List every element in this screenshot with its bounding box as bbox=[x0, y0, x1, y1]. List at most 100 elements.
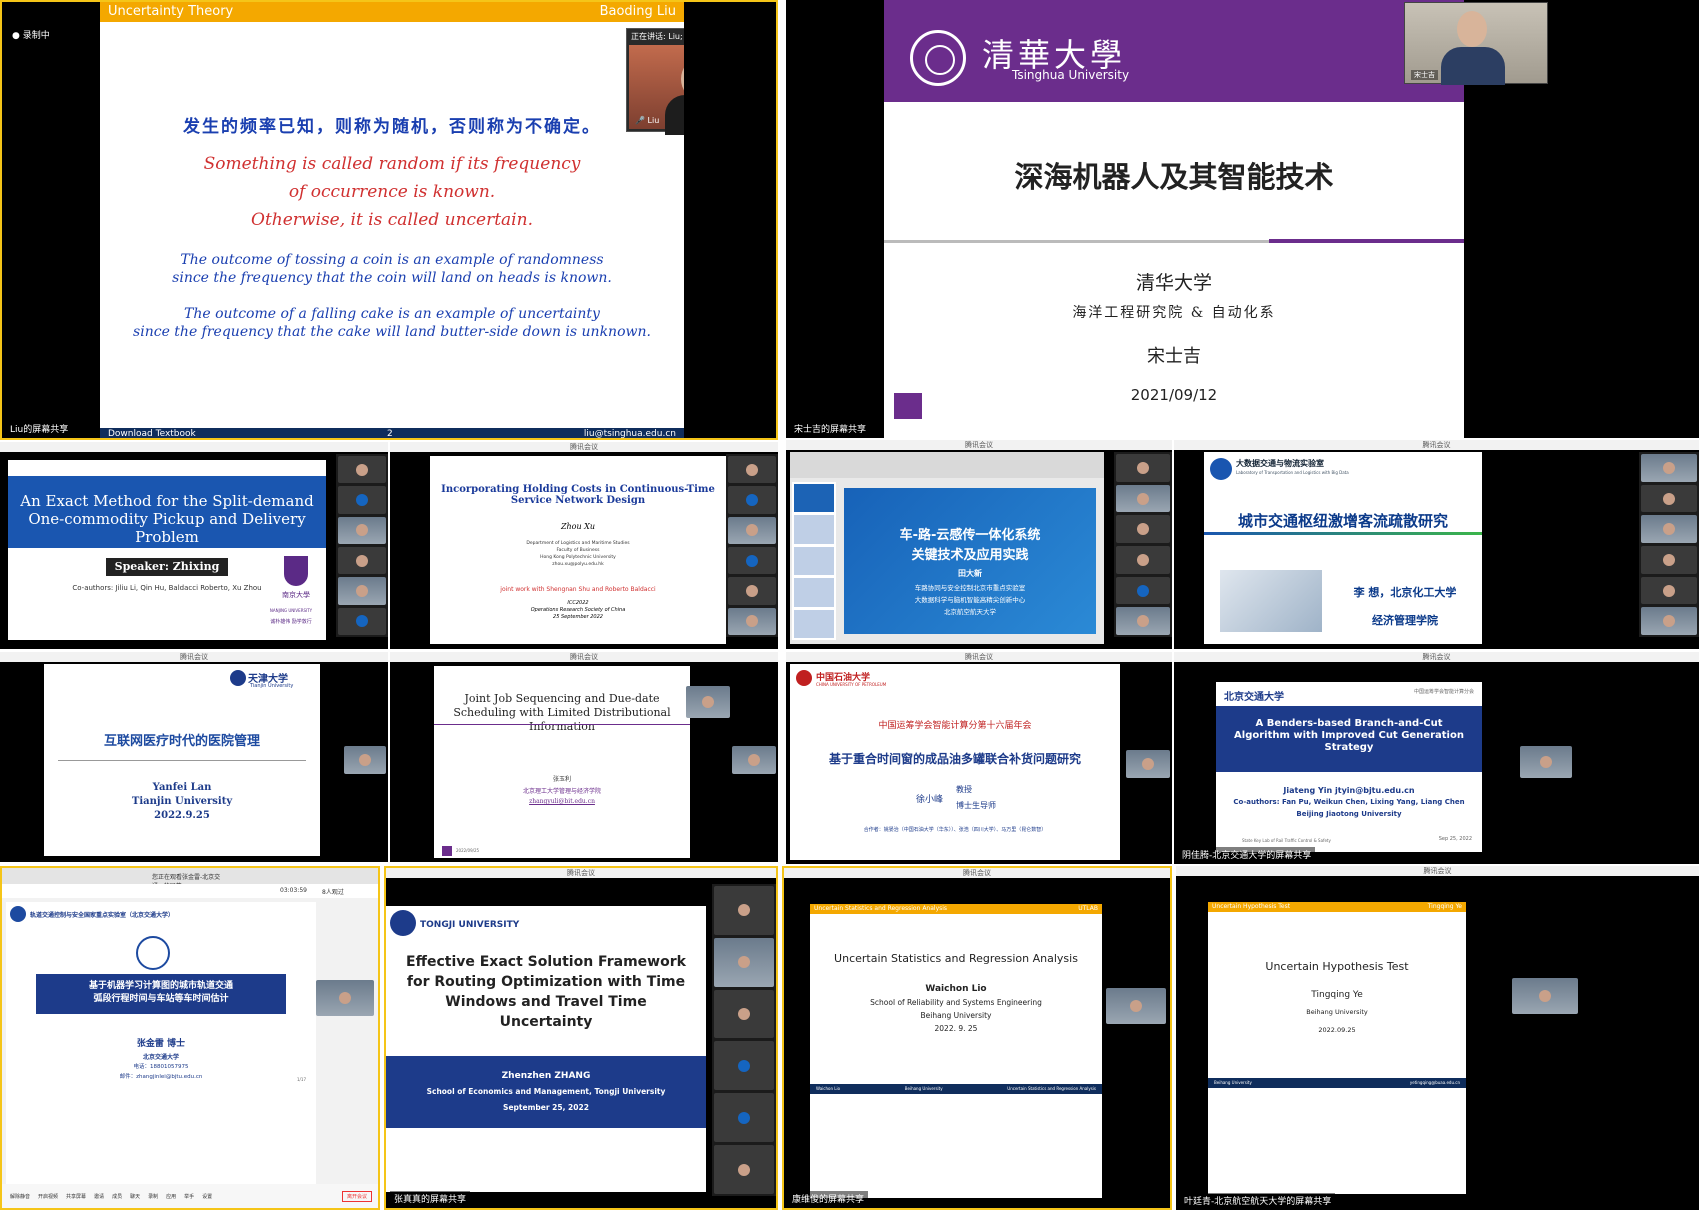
members-button[interactable]: 成员 bbox=[112, 1193, 122, 1200]
tongji-logo-icon bbox=[390, 910, 416, 936]
recording-indicator[interactable]: ● 录制中 bbox=[12, 28, 50, 41]
participant-cam[interactable] bbox=[338, 486, 386, 514]
participant-cam[interactable] bbox=[1116, 546, 1170, 574]
participant-cam[interactable] bbox=[338, 546, 386, 575]
thumbnail[interactable] bbox=[794, 546, 834, 576]
tile-bjtu-rail: 您正在观看张金雷-北京交通...的屏幕 03:03:59 8人观过 轨道交通控制… bbox=[0, 866, 380, 1210]
download-textbook-link[interactable]: Download Textbook bbox=[108, 429, 196, 438]
participant-cam[interactable] bbox=[1641, 607, 1697, 636]
left-black-strip bbox=[786, 0, 884, 438]
participant-cam[interactable] bbox=[714, 989, 774, 1039]
participant-cam[interactable] bbox=[728, 577, 776, 605]
participant-cam[interactable] bbox=[714, 1145, 774, 1194]
participant-cam[interactable] bbox=[1116, 515, 1170, 544]
participant-cam[interactable] bbox=[728, 607, 776, 635]
participant-cam[interactable] bbox=[338, 456, 386, 484]
ppt-ribbon[interactable] bbox=[790, 452, 1104, 478]
participant-cam[interactable] bbox=[1641, 484, 1697, 513]
thumbnail[interactable] bbox=[794, 578, 834, 607]
participant-cam[interactable] bbox=[714, 886, 774, 935]
slide-header-title: Uncertain Statistics and Regression Anal… bbox=[814, 905, 948, 912]
slide-footer-band: Zhenzhen ZHANG School of Economics and M… bbox=[386, 1056, 706, 1128]
participant-body bbox=[1441, 47, 1505, 85]
cam-name: 🎤 Liu bbox=[635, 116, 660, 125]
record-button[interactable]: 录制 bbox=[148, 1193, 158, 1200]
slide-email: 邮件：zhangjinlei@bjtu.edu.cn bbox=[119, 1074, 203, 1080]
participant-cam[interactable] bbox=[728, 546, 776, 575]
avatar bbox=[1663, 584, 1675, 597]
participant-cam[interactable] bbox=[1641, 454, 1697, 482]
tile-nanjing-university: An Exact Method for the Split-demand One… bbox=[0, 442, 388, 649]
ppt-thumbnail-pane[interactable] bbox=[792, 482, 836, 640]
participant-cam[interactable] bbox=[1641, 546, 1697, 574]
avatar bbox=[746, 554, 758, 567]
slide-school: School of Reliability and Systems Engine… bbox=[870, 998, 1042, 1007]
raise-hand-button[interactable]: 举手 bbox=[184, 1193, 194, 1200]
participant-cam[interactable] bbox=[1116, 484, 1170, 513]
participant-cam[interactable] bbox=[338, 577, 386, 605]
avatar bbox=[746, 584, 758, 597]
slide-title-2: 弧段行程时间与车站等车时间估计 bbox=[93, 994, 229, 1004]
affil-line: 车路协同与安全控制北京市重点实验室 bbox=[914, 584, 1026, 592]
participant-cam[interactable] bbox=[714, 1041, 774, 1091]
video-button[interactable]: 开启视频 bbox=[38, 1193, 58, 1200]
chat-button[interactable]: 聊天 bbox=[130, 1193, 140, 1200]
participant-cam[interactable] bbox=[1126, 750, 1170, 778]
divider-gray bbox=[884, 240, 1269, 243]
participant-column bbox=[712, 884, 776, 1196]
tile-bjtu-benders: 腾讯会议 北京交通大学 中国运筹学会智能计算分会 A Benders-based… bbox=[1174, 652, 1699, 864]
participant-cam[interactable] bbox=[1106, 988, 1166, 1024]
participant-cam[interactable] bbox=[1641, 576, 1697, 605]
conf-line: ICC2022 bbox=[567, 600, 589, 606]
slide-title: Uncertain Statistics and Regression Anal… bbox=[834, 952, 1078, 965]
screen-share-label: 阴佳腾-北京交通大学的屏幕共享 bbox=[1178, 847, 1316, 862]
participant-cam[interactable] bbox=[714, 937, 774, 987]
participant-cam[interactable] bbox=[686, 686, 730, 718]
meeting-toolbar: 解除静音 开启视频 共享屏幕 邀请 成员 聊天 录制 应用 举手 设置 离开会议 bbox=[2, 1184, 378, 1208]
participant-cam[interactable] bbox=[732, 746, 776, 774]
slide-footer: Waichon Lio Beihang University Uncertain… bbox=[810, 1084, 1102, 1094]
participant-cam[interactable] bbox=[714, 1093, 774, 1143]
footer-email: yetingqing@buaa.edu.cn bbox=[1409, 1080, 1460, 1085]
window-titlebar: 腾讯会议 bbox=[1176, 866, 1699, 876]
participant-cam[interactable] bbox=[338, 516, 386, 544]
participant-cam[interactable] bbox=[338, 607, 386, 635]
participant-cam[interactable] bbox=[1641, 515, 1697, 544]
thumbnail[interactable] bbox=[794, 515, 834, 544]
settings-button[interactable]: 设置 bbox=[202, 1193, 212, 1200]
slide-image bbox=[1220, 570, 1322, 632]
participant-cam[interactable] bbox=[1512, 978, 1578, 1014]
slide-footer-date: Sep 25, 2022 bbox=[1438, 836, 1472, 842]
share-screen-button[interactable]: 共享屏幕 bbox=[66, 1193, 86, 1200]
affil-line: Department of Logistics and Maritime Stu… bbox=[526, 541, 630, 546]
participant-cam[interactable] bbox=[1116, 607, 1170, 636]
window-titlebar: 腾讯会议 bbox=[390, 442, 778, 452]
slide-footer: Download Textbook 2 liu@tsinghua.edu.cn bbox=[100, 428, 684, 438]
participant-cam[interactable] bbox=[728, 516, 776, 544]
apps-button[interactable]: 应用 bbox=[166, 1193, 176, 1200]
leave-meeting-button[interactable]: 离开会议 bbox=[341, 1190, 372, 1202]
avatar bbox=[1540, 756, 1552, 768]
thumbnail[interactable] bbox=[794, 484, 834, 513]
affil-line: 北京航空航天大学 bbox=[944, 608, 996, 616]
slide-title: An Exact Method for the Split-demand One… bbox=[8, 476, 326, 548]
participant-cam[interactable] bbox=[1116, 454, 1170, 482]
slide-uni-en: CHINA UNIVERSITY OF PETROLEUM bbox=[816, 682, 887, 687]
slide-date: September 25, 2022 bbox=[503, 1103, 589, 1112]
participant-cam[interactable] bbox=[344, 746, 386, 774]
participant-cam[interactable] bbox=[728, 486, 776, 514]
nanjing-crest-icon bbox=[284, 556, 308, 586]
participant-cam[interactable] bbox=[1116, 576, 1170, 605]
mute-button[interactable]: 解除静音 bbox=[10, 1193, 30, 1200]
participant-cam[interactable] bbox=[316, 980, 374, 1016]
slide-red-line-2: of occurrence is known. bbox=[288, 182, 496, 202]
participant-cam[interactable] bbox=[1520, 746, 1572, 778]
speaker-video[interactable]: 宋士吉 bbox=[1404, 2, 1548, 85]
participant-cam[interactable] bbox=[728, 456, 776, 484]
avatar bbox=[738, 1111, 750, 1124]
invite-button[interactable]: 邀请 bbox=[94, 1193, 104, 1200]
viewer-count: 8人观过 bbox=[322, 889, 344, 896]
slide-date: 2021/09/12 bbox=[1130, 386, 1218, 404]
meeting-collage: ● 录制中 Uncertainty Theory Baoding Liu 发生的… bbox=[0, 0, 1699, 1210]
thumbnail[interactable] bbox=[794, 609, 834, 639]
